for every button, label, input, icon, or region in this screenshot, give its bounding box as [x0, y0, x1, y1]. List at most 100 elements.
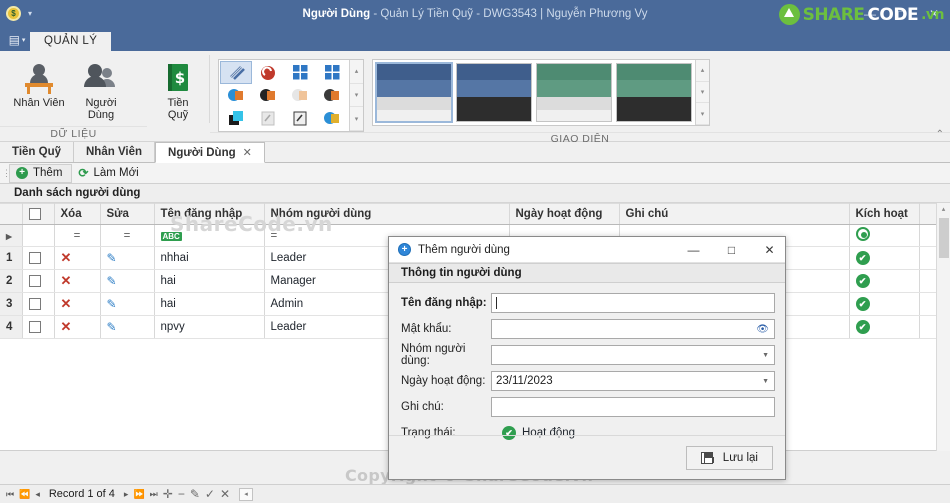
col-ngay-hoat-dong[interactable]: Ngày hoạt động	[509, 203, 620, 225]
row-active-cell[interactable]: ✔	[849, 315, 920, 339]
skin-gallery-more-icon[interactable]: ▾	[350, 107, 363, 132]
ribbon-tab-quanly[interactable]: QUẢN LÝ	[30, 32, 112, 51]
radio-selected-icon[interactable]	[855, 227, 870, 241]
row-delete-cell[interactable]: ✕	[54, 315, 101, 339]
row-edit-cell[interactable]: ✎	[100, 246, 155, 270]
row-delete-cell[interactable]: ✕	[54, 292, 101, 316]
note-input[interactable]	[491, 397, 775, 417]
ribbon-button-nhan-vien[interactable]: Nhân Viên	[8, 57, 70, 111]
grid-scroll-up-icon[interactable]: ▴	[942, 203, 946, 217]
skin-item-vs2013[interactable]	[316, 107, 348, 130]
date-input[interactable]: 23/11/2023 ▼	[491, 371, 775, 391]
theme-swatch-blue-dark[interactable]	[456, 63, 532, 122]
skin-item-office-colorful[interactable]	[316, 84, 348, 107]
nav-first-icon[interactable]: ⏮	[6, 489, 14, 500]
nav-prev-page-icon[interactable]: ⏪	[19, 489, 30, 500]
password-input[interactable]: 👁	[491, 319, 775, 339]
skin-gallery-scrollbar[interactable]: ▴ ▾ ▾	[349, 60, 363, 132]
skin-item-default[interactable]	[220, 61, 252, 84]
skin-gallery-scroll-down-icon[interactable]: ▾	[350, 84, 363, 108]
row-checkbox[interactable]	[28, 274, 41, 287]
delete-icon[interactable]: ✕	[61, 296, 72, 311]
nav-next-icon[interactable]: ▸	[124, 489, 129, 500]
nav-last-icon[interactable]: ⏭	[150, 489, 158, 500]
dialog-minimize-icon[interactable]: —	[678, 237, 709, 263]
skin-item-metro-blue2[interactable]	[316, 61, 348, 84]
theme-scroll-down-icon[interactable]: ▾	[696, 82, 709, 104]
row-select-checkbox-cell[interactable]	[22, 246, 55, 270]
row-delete-cell[interactable]: ✕	[54, 246, 101, 270]
nav-add-icon[interactable]: ✛	[163, 487, 173, 501]
app-menu-button[interactable]: ▤ ▾	[4, 29, 30, 51]
theme-gallery-scrollbar[interactable]: ▴ ▾ ▾	[695, 60, 709, 126]
eye-icon[interactable]: 👁	[756, 324, 769, 335]
dialog-maximize-icon[interactable]: □	[716, 237, 747, 263]
delete-icon[interactable]: ✕	[61, 319, 72, 334]
filter-activate-cell[interactable]	[849, 224, 920, 247]
col-ten-dang-nhap[interactable]: Tên đăng nhập	[154, 203, 265, 225]
nav-accept-icon[interactable]: ✓	[205, 487, 215, 501]
nav-remove-icon[interactable]: −	[178, 487, 185, 501]
skin-gallery-scroll-up-icon[interactable]: ▴	[350, 60, 363, 84]
edit-pencil-icon[interactable]: ✎	[107, 274, 117, 288]
refresh-button[interactable]: ⟳ Làm Mới	[72, 164, 147, 183]
theme-gallery[interactable]: ▴ ▾ ▾	[372, 59, 710, 126]
theme-scroll-up-icon[interactable]: ▴	[696, 60, 709, 82]
col-select-all[interactable]	[22, 203, 55, 225]
skin-item-metro-blue[interactable]	[284, 61, 316, 84]
skin-item-office-black[interactable]	[252, 84, 284, 107]
col-xoa[interactable]: Xóa	[54, 203, 101, 225]
row-active-cell[interactable]: ✔	[849, 246, 920, 270]
filter-checkbox-cell[interactable]	[22, 224, 55, 247]
edit-pencil-icon[interactable]: ✎	[107, 251, 117, 265]
doc-tab-nhan-vien[interactable]: Nhân Viên	[74, 142, 156, 162]
nav-edit-icon[interactable]: ✎	[190, 487, 200, 501]
skin-item-office-white[interactable]	[284, 84, 316, 107]
row-select-checkbox-cell[interactable]	[22, 292, 55, 316]
chevron-down-icon[interactable]: ▼	[762, 352, 769, 359]
doc-tab-tien-quy[interactable]: Tiền Quỹ	[0, 142, 74, 162]
row-active-cell[interactable]: ✔	[849, 292, 920, 316]
row-edit-cell[interactable]: ✎	[100, 292, 155, 316]
save-button[interactable]: Lưu lại	[685, 445, 773, 470]
ribbon-collapse-icon[interactable]: ⌃	[936, 129, 944, 140]
theme-more-icon[interactable]: ▾	[696, 103, 709, 126]
doc-tab-nguoi-dung[interactable]: Người Dùng ✕	[155, 142, 265, 163]
delete-icon[interactable]: ✕	[61, 273, 72, 288]
doc-tab-close-icon[interactable]: ✕	[243, 146, 252, 159]
skin-item-office-blue[interactable]	[220, 84, 252, 107]
row-active-cell[interactable]: ✔	[849, 269, 920, 293]
row-checkbox[interactable]	[28, 320, 41, 333]
toolbar-grip-icon[interactable]: ⋮	[2, 168, 11, 179]
row-select-checkbox-cell[interactable]	[22, 315, 55, 339]
grid-vertical-scrollbar[interactable]: ▴	[936, 203, 950, 451]
username-input[interactable]	[491, 293, 775, 313]
chevron-down-icon[interactable]: ▾	[28, 9, 32, 18]
row-edit-cell[interactable]: ✎	[100, 315, 155, 339]
chevron-down-icon[interactable]: ▼	[762, 378, 769, 385]
row-select-checkbox-cell[interactable]	[22, 269, 55, 293]
grid-scroll-thumb[interactable]	[938, 218, 949, 258]
skin-item-red[interactable]	[252, 61, 284, 84]
theme-swatch-blue-light[interactable]	[375, 62, 453, 123]
theme-swatch-green-dark[interactable]	[616, 63, 692, 122]
filter-xoa-op[interactable]: =	[54, 224, 101, 247]
nav-filter-box[interactable]: ◂	[239, 487, 254, 501]
skin-item-sharp-light[interactable]	[252, 107, 284, 130]
row-edit-cell[interactable]: ✎	[100, 269, 155, 293]
nav-prev-icon[interactable]: ◂	[35, 489, 40, 500]
theme-swatch-green-light[interactable]	[536, 63, 612, 122]
row-checkbox[interactable]	[28, 297, 41, 310]
skin-gallery[interactable]: ▴ ▾ ▾	[218, 59, 364, 132]
row-checkbox[interactable]	[28, 251, 41, 264]
ribbon-button-tien-quy[interactable]: $ Tiền Quỹ	[155, 57, 201, 123]
delete-icon[interactable]: ✕	[61, 250, 72, 265]
ribbon-button-nguoi-dung[interactable]: Người Dùng	[70, 57, 132, 123]
dialog-close-icon[interactable]: ✕	[754, 237, 785, 263]
quick-access-toolbar[interactable]: $ ▾	[0, 6, 32, 21]
nav-cancel-icon[interactable]: ✕	[220, 487, 230, 501]
row-delete-cell[interactable]: ✕	[54, 269, 101, 293]
skin-item-sharp-dark[interactable]	[284, 107, 316, 130]
col-kich-hoat[interactable]: Kích hoạt	[849, 203, 920, 225]
skin-item-visual-studio[interactable]	[220, 107, 252, 130]
